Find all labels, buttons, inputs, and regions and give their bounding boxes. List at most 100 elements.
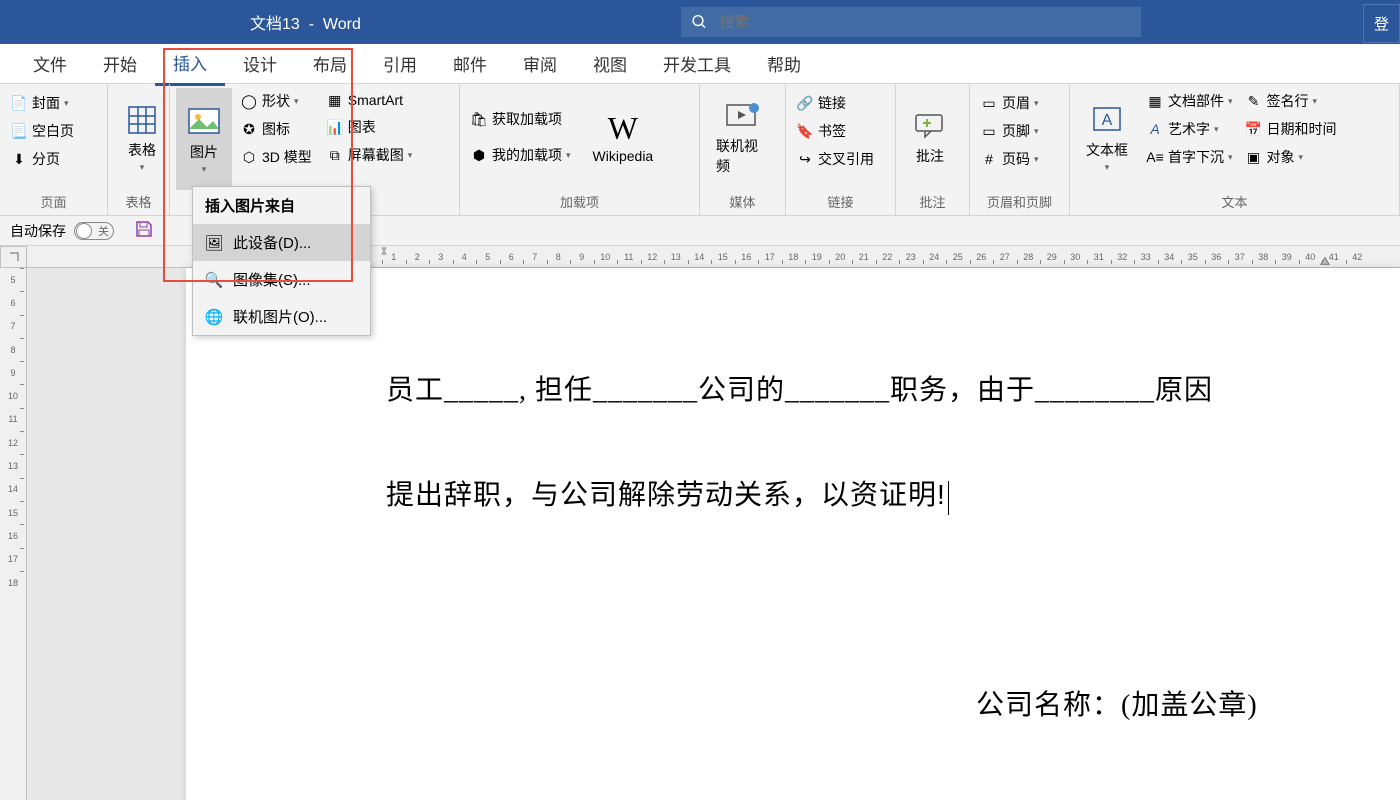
tab-file[interactable]: 文件 <box>15 43 85 84</box>
doc-line-1: 员工_____, 担任_______公司的_______职务，由于_______… <box>386 368 1213 408</box>
cover-page-icon: 📄 <box>10 94 28 112</box>
picture-dropdown-header: 插入图片来自 <box>193 187 370 224</box>
ribbon-tabs: 文件 开始 插入 设计 布局 引用 邮件 审阅 视图 开发工具 帮助 <box>0 44 1400 84</box>
wikipedia-icon: W <box>605 110 641 146</box>
wordart-icon: A <box>1146 120 1164 138</box>
group-links: 🔗链接 🔖书签 ↪交叉引用 链接 <box>786 84 896 215</box>
tab-review[interactable]: 审阅 <box>505 43 575 84</box>
header-icon: ▭ <box>980 94 998 112</box>
datetime-icon: 📅 <box>1245 120 1263 138</box>
textbox-icon: A <box>1089 102 1125 138</box>
crossref-button[interactable]: ↪交叉引用 <box>792 146 878 172</box>
link-button[interactable]: 🔗链接 <box>792 90 878 116</box>
blank-page-button[interactable]: 📃空白页 <box>6 118 78 144</box>
text-cursor <box>948 481 949 515</box>
icons-button[interactable]: ✪图标 <box>236 116 316 142</box>
tab-insert[interactable]: 插入 <box>155 42 225 86</box>
comment-icon <box>912 108 948 144</box>
page-break-button[interactable]: ⬇分页 <box>6 146 78 172</box>
parts-icon: ▦ <box>1146 92 1164 110</box>
picture-button[interactable]: 图片▾ <box>176 88 232 190</box>
signature-line-button[interactable]: ✎签名行 ▾ <box>1241 88 1341 114</box>
group-tables-label: 表格 <box>108 190 169 215</box>
search-input[interactable] <box>720 14 1131 31</box>
online-video-button[interactable]: 联机视频 <box>706 88 779 186</box>
tab-developer[interactable]: 开发工具 <box>645 43 749 84</box>
table-button[interactable]: 表格▾ <box>114 88 170 186</box>
indent-marker-right[interactable] <box>1320 256 1330 266</box>
tab-help[interactable]: 帮助 <box>749 43 819 84</box>
footer-button[interactable]: ▭页脚 ▾ <box>976 118 1043 144</box>
picture-from-online[interactable]: 🌐 联机图片(O)... <box>193 298 370 335</box>
picture-from-stock[interactable]: 🔍 图像集(S)... <box>193 261 370 298</box>
group-text-label: 文本 <box>1070 190 1399 215</box>
tab-references[interactable]: 引用 <box>365 43 435 84</box>
wordart-button[interactable]: A艺术字 ▾ <box>1142 116 1237 142</box>
search-icon <box>691 13 708 31</box>
dropcap-button[interactable]: A≡首字下沉 ▾ <box>1142 144 1237 170</box>
bookmark-button[interactable]: 🔖书签 <box>792 118 878 144</box>
page-number-button[interactable]: #页码 ▾ <box>976 146 1043 172</box>
tab-home[interactable]: 开始 <box>85 43 155 84</box>
tab-mailings[interactable]: 邮件 <box>435 43 505 84</box>
comment-button[interactable]: 批注 <box>902 88 958 186</box>
group-links-label: 链接 <box>786 190 895 215</box>
group-addins-label: 加载项 <box>460 190 699 215</box>
group-comments: 批注 批注 <box>896 84 970 215</box>
window-title: 文档13 - Word <box>250 10 361 34</box>
chart-icon: 📊 <box>326 118 344 136</box>
document-page[interactable]: 员工_____, 担任_______公司的_______职务，由于_______… <box>186 268 1400 800</box>
addins-icon: ⬢ <box>470 146 488 164</box>
wikipedia-button[interactable]: W Wikipedia <box>583 88 664 186</box>
picture-from-device[interactable]: 🖼 此设备(D)... <box>193 224 370 261</box>
get-addins-button[interactable]: 🛍获取加载项 <box>466 106 575 132</box>
dropcap-icon: A≡ <box>1146 148 1164 166</box>
tab-design[interactable]: 设计 <box>225 43 295 84</box>
group-pages-label: 页面 <box>0 190 107 215</box>
video-icon <box>725 98 761 134</box>
tab-layout[interactable]: 布局 <box>295 43 365 84</box>
search-box[interactable] <box>681 7 1141 37</box>
group-pages: 📄封面 ▾ 📃空白页 ⬇分页 页面 <box>0 84 108 215</box>
object-button[interactable]: ▣对象 ▾ <box>1241 144 1341 170</box>
group-tables: 表格▾ 表格 <box>108 84 170 215</box>
vertical-ruler[interactable]: 56789101112131415161718 <box>0 268 27 800</box>
autosave-toggle[interactable]: 关 <box>74 222 114 240</box>
footer-icon: ▭ <box>980 122 998 140</box>
bookmark-icon: 🔖 <box>796 122 814 140</box>
object-icon: ▣ <box>1245 148 1263 166</box>
table-icon <box>124 102 160 138</box>
my-addins-button[interactable]: ⬢我的加载项 ▾ <box>466 142 575 168</box>
signature-icon: ✎ <box>1245 92 1263 110</box>
picture-icon <box>186 104 222 140</box>
group-addins: 🛍获取加载项 ⬢我的加载项 ▾ W Wikipedia 加载项 <box>460 84 700 215</box>
screenshot-icon: ⧉ <box>326 146 344 164</box>
doc-line-2: 提出辞职，与公司解除劳动关系，以资证明! <box>386 473 949 515</box>
quick-parts-button[interactable]: ▦文档部件 ▾ <box>1142 88 1237 114</box>
login-button[interactable]: 登 <box>1363 4 1400 43</box>
group-headerfooter-label: 页眉和页脚 <box>970 190 1069 215</box>
shapes-button[interactable]: ◯形状 ▾ <box>236 88 316 114</box>
textbox-button[interactable]: A 文本框▾ <box>1076 88 1138 186</box>
ruler-corner[interactable] <box>0 246 27 268</box>
tab-view[interactable]: 视图 <box>575 43 645 84</box>
smartart-icon: ▦ <box>326 91 344 109</box>
screenshot-button[interactable]: ⧉屏幕截图 ▾ <box>322 142 417 168</box>
title-bar: 文档13 - Word 登 <box>0 0 1400 44</box>
chart-button[interactable]: 📊图表 <box>322 114 417 140</box>
group-comments-label: 批注 <box>896 190 969 215</box>
crossref-icon: ↪ <box>796 150 814 168</box>
datetime-button[interactable]: 📅日期和时间 <box>1241 116 1341 142</box>
autosave-label: 自动保存 <box>10 221 66 241</box>
cover-page-button[interactable]: 📄封面 ▾ <box>6 90 78 116</box>
3d-icon: ⬡ <box>240 148 258 166</box>
shapes-icon: ◯ <box>240 92 258 110</box>
header-button[interactable]: ▭页眉 ▾ <box>976 90 1043 116</box>
smartart-button[interactable]: ▦SmartArt <box>322 88 417 112</box>
group-headerfooter: ▭页眉 ▾ ▭页脚 ▾ #页码 ▾ 页眉和页脚 <box>970 84 1070 215</box>
3d-models-button[interactable]: ⬡3D 模型 <box>236 144 316 170</box>
page-break-icon: ⬇ <box>10 150 28 168</box>
group-text: A 文本框▾ ▦文档部件 ▾ A艺术字 ▾ A≡首字下沉 ▾ ✎签名行 ▾ 📅日… <box>1070 84 1400 215</box>
save-button[interactable] <box>134 219 154 242</box>
store-icon: 🛍 <box>470 110 488 128</box>
